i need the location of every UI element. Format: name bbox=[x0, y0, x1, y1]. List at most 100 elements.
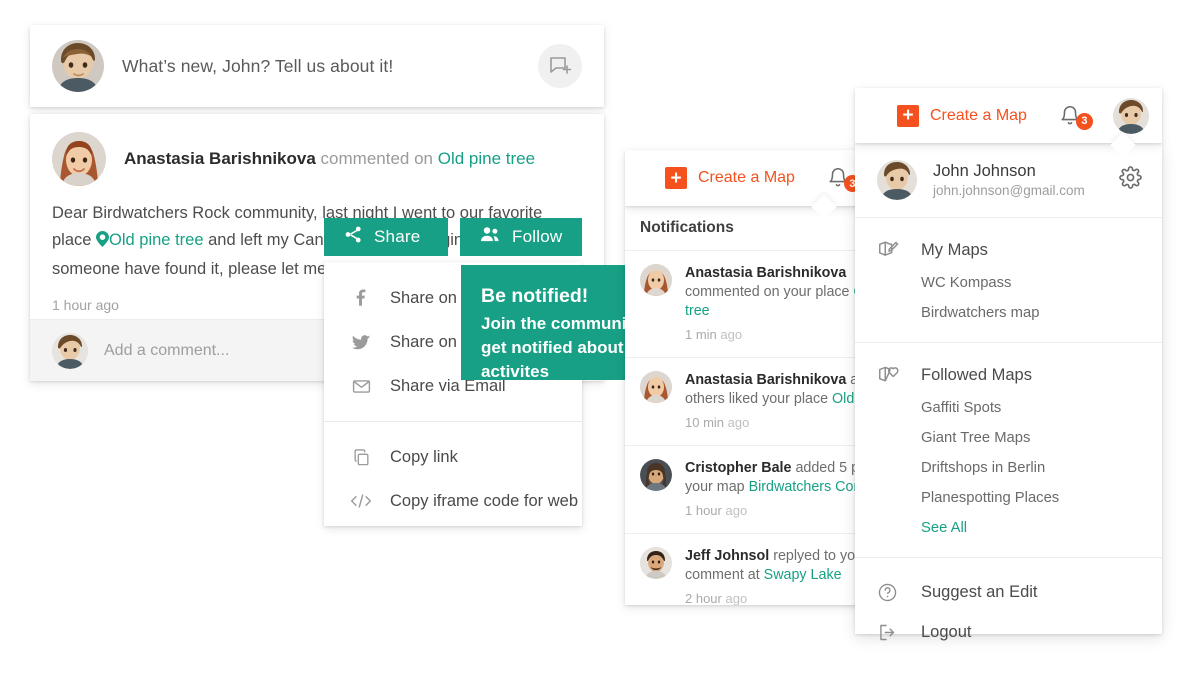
notifications-header: Notifications bbox=[625, 206, 870, 251]
avatar-john-comment bbox=[52, 332, 88, 369]
followed-maps-item[interactable]: Followed Maps bbox=[855, 357, 1162, 393]
copy-link-item[interactable]: Copy link bbox=[324, 435, 582, 479]
add-comment-placeholder[interactable]: Add a comment... bbox=[104, 342, 229, 360]
logout-item[interactable]: Logout bbox=[855, 612, 1162, 652]
see-all-link[interactable]: See All bbox=[855, 513, 1162, 543]
twitter-icon bbox=[346, 333, 376, 352]
notifications-panel: Notifications Anastasia Barishnikova com… bbox=[625, 206, 870, 605]
notification-text: Anastasia Barishnikova and 5 others like… bbox=[685, 371, 870, 432]
suggest-an-edit-item[interactable]: Suggest an Edit bbox=[855, 572, 1162, 612]
notification-time-wrap: 10 min ago bbox=[685, 413, 870, 432]
user-name: John Johnson bbox=[933, 161, 1036, 180]
user-dropdown-menu: John Johnson john.johnson@gmail.com My M… bbox=[855, 143, 1162, 641]
copy-iframe-label: Copy iframe code for web bbox=[390, 491, 579, 510]
user-avatar-button[interactable] bbox=[1112, 97, 1149, 134]
notification-who: Anastasia Barishnikova bbox=[685, 265, 847, 281]
notification-item[interactable]: Jeff Johnsol replyed to your comment at … bbox=[625, 534, 870, 605]
share-icon bbox=[344, 225, 363, 249]
facebook-icon bbox=[346, 289, 376, 307]
notification-ago: ago bbox=[724, 415, 750, 430]
create-map-button[interactable]: + Create a Map bbox=[665, 167, 795, 189]
user-profile-text: John Johnson john.johnson@gmail.com bbox=[933, 161, 1119, 200]
notification-item[interactable]: Anastasia Barishnikova commented on your… bbox=[625, 251, 870, 358]
notification-time: 10 min bbox=[685, 415, 725, 430]
my-map-item-wc-kompass[interactable]: WC Kompass bbox=[855, 268, 1162, 298]
notification-who: Jeff Johnsol bbox=[685, 548, 770, 564]
code-icon bbox=[346, 492, 376, 510]
notification-item[interactable]: Cristopher Bale added 5 places to your m… bbox=[625, 446, 870, 534]
followed-maps-label: Followed Maps bbox=[921, 365, 1032, 384]
my-maps-section: My Maps WC Kompass Birdwatchers map bbox=[855, 218, 1162, 342]
user-profile-row[interactable]: John Johnson john.johnson@gmail.com bbox=[855, 143, 1162, 217]
notification-time-wrap: 2 hour ago bbox=[685, 589, 870, 605]
plus-icon: + bbox=[897, 104, 919, 127]
notification-text: Anastasia Barishnikova commented on your… bbox=[685, 264, 870, 344]
notification-before: commented on your place bbox=[685, 284, 854, 300]
copy-iframe-item[interactable]: Copy iframe code for web bbox=[324, 479, 582, 523]
notification-time-wrap: 1 min ago bbox=[685, 325, 870, 344]
follow-button[interactable]: Follow bbox=[460, 218, 582, 256]
notification-text: Cristopher Bale added 5 places to your m… bbox=[685, 459, 870, 520]
my-maps-label: My Maps bbox=[921, 240, 988, 259]
share-menu-divider bbox=[324, 421, 582, 422]
share-button[interactable]: Share bbox=[324, 218, 448, 256]
post-place-link[interactable]: Old pine tree bbox=[438, 149, 535, 168]
notifications-topbar: + Create a Map 3 bbox=[625, 150, 870, 206]
notifications-bell-button[interactable]: 3 bbox=[827, 165, 861, 192]
notification-time-wrap: 1 hour ago bbox=[685, 501, 870, 520]
share-button-label: Share bbox=[374, 227, 421, 246]
new-comment-icon[interactable] bbox=[538, 44, 582, 88]
map-edit-icon bbox=[877, 239, 911, 261]
compose-card: What’s new, John? Tell us about it! bbox=[30, 25, 604, 107]
create-map-label: Create a Map bbox=[930, 106, 1027, 124]
notifications-bell-button-2[interactable]: 3 bbox=[1059, 103, 1093, 130]
logout-icon bbox=[877, 622, 911, 643]
notification-time: 1 min bbox=[685, 327, 717, 342]
copy-icon bbox=[346, 448, 376, 467]
email-icon bbox=[346, 377, 376, 396]
notification-text: Jeff Johnsol replyed to your comment at … bbox=[685, 547, 870, 605]
my-map-item-birdwatchers[interactable]: Birdwatchers map bbox=[855, 298, 1162, 328]
avatar-anastasia-1 bbox=[640, 264, 672, 296]
gear-icon[interactable] bbox=[1119, 166, 1142, 194]
followed-map-giant-tree-maps[interactable]: Giant Tree Maps bbox=[855, 423, 1162, 453]
follow-button-label: Follow bbox=[512, 227, 563, 246]
copy-link-label: Copy link bbox=[390, 447, 458, 466]
avatar-cristopher-1 bbox=[640, 459, 672, 491]
avatar-anastasia bbox=[52, 132, 106, 186]
followed-map-driftshops-berlin[interactable]: Driftshops in Berlin bbox=[855, 453, 1162, 483]
notification-ago: ago bbox=[721, 503, 748, 518]
post-header-text: Anastasia Barishnikova commented on Old … bbox=[124, 149, 535, 169]
plus-icon: + bbox=[665, 167, 687, 189]
notifications-count-badge: 3 bbox=[1075, 112, 1093, 130]
notification-link[interactable]: Birdwatchers Community bbox=[749, 479, 870, 495]
followed-maps-section: Followed Maps Gaffiti Spots Giant Tree M… bbox=[855, 343, 1162, 557]
avatar-jeff bbox=[640, 547, 672, 579]
post-body-pin-link[interactable]: Old pine tree bbox=[109, 231, 203, 249]
compose-placeholder[interactable]: What’s new, John? Tell us about it! bbox=[122, 56, 538, 77]
notification-time: 2 hour bbox=[685, 591, 722, 605]
notification-ago: ago bbox=[721, 591, 748, 605]
notification-who: Cristopher Bale bbox=[685, 460, 792, 476]
notification-who: Anastasia Barishnikova bbox=[685, 372, 847, 388]
user-topbar: + Create a Map 3 bbox=[855, 88, 1162, 143]
followed-map-gaffiti-spots[interactable]: Gaffiti Spots bbox=[855, 393, 1162, 423]
follow-people-icon bbox=[480, 225, 501, 249]
my-maps-item[interactable]: My Maps bbox=[855, 232, 1162, 268]
notifications-region: Notifications Anastasia Barishnikova com… bbox=[625, 150, 870, 605]
map-heart-icon bbox=[877, 364, 911, 386]
notification-ago: ago bbox=[716, 327, 743, 342]
avatar-john bbox=[52, 40, 104, 92]
app-mockup: What’s new, John? Tell us about it! Anas… bbox=[0, 0, 1200, 692]
followed-map-planespotting-places[interactable]: Planespotting Places bbox=[855, 483, 1162, 513]
post-author[interactable]: Anastasia Barishnikova bbox=[124, 149, 316, 168]
notification-link[interactable]: Swapy Lake bbox=[764, 567, 842, 583]
suggest-an-edit-label: Suggest an Edit bbox=[921, 582, 1038, 601]
logout-label: Logout bbox=[921, 622, 972, 641]
create-map-button-2[interactable]: + Create a Map bbox=[897, 104, 1027, 127]
avatar-john-menu bbox=[877, 160, 917, 200]
user-email: john.johnson@gmail.com bbox=[933, 182, 1085, 198]
location-pin-icon bbox=[96, 229, 110, 256]
notification-time: 1 hour bbox=[685, 503, 722, 518]
notification-item[interactable]: Anastasia Barishnikova and 5 others like… bbox=[625, 358, 870, 446]
